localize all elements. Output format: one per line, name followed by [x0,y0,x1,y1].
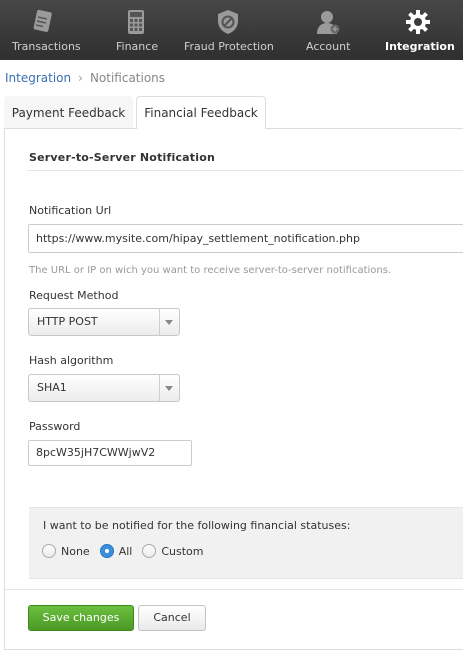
chevron-down-icon [165,320,173,325]
top-navigation: Transactions Finance Fraud Protection Ac… [0,0,463,60]
nav-label: Finance [116,40,159,53]
financial-statuses-label: I want to be notified for the following … [43,519,351,532]
footer-divider [5,589,463,590]
nav-label: Fraud Protection [184,40,274,53]
radio-label: Custom [161,544,204,558]
hash-algorithm-label: Hash algorithm [29,354,114,367]
radio-custom[interactable]: Custom [142,544,204,558]
nav-label: Transactions [12,40,81,53]
save-changes-button[interactable]: Save changes [28,605,134,631]
breadcrumb-separator: › [78,71,83,85]
gear-icon [404,8,432,36]
radio-all[interactable]: All [99,544,133,558]
notification-url-help: The URL or IP on wich you want to receiv… [29,265,392,276]
breadcrumb-current: Notifications [89,71,166,85]
shield-block-icon [214,8,242,36]
select-divider [159,375,160,401]
tab-financial-feedback[interactable]: Financial Feedback [136,96,266,129]
financial-statuses-radio-group: None All Custom [42,544,214,558]
radio-label: None [61,544,90,558]
tab-payment-feedback[interactable]: Payment Feedback [4,96,133,129]
cancel-button[interactable]: Cancel [138,605,206,631]
nav-item-integration[interactable]: Integration [373,0,463,60]
nav-item-account[interactable]: Account [285,0,373,60]
financial-statuses-box: I want to be notified for the following … [29,507,463,579]
password-input[interactable]: 8pcW35jH7CWWjwV2 [28,440,192,466]
user-icon [314,8,342,36]
calculator-icon [122,8,150,36]
section-divider [27,170,463,171]
breadcrumb-link-integration[interactable]: Integration [5,71,71,85]
notification-url-label: Notification Url [29,204,112,217]
section-title: Server-to-Server Notification [29,151,216,164]
request-method-value: HTTP POST [37,315,98,328]
nav-item-fraud-protection[interactable]: Fraud Protection [182,0,285,60]
radio-circle [142,544,157,558]
request-method-label: Request Method [29,289,119,302]
nav-item-finance[interactable]: Finance [86,0,182,60]
nav-label: Account [306,40,351,53]
receipt-icon [29,8,57,36]
hash-algorithm-value: SHA1 [37,381,67,394]
radio-circle-checked [99,544,114,558]
radio-none[interactable]: None [42,544,90,558]
tab-bar: Payment Feedback Financial Feedback [0,96,463,129]
password-label: Password [29,420,81,433]
tab-panel: Server-to-Server Notification Notificati… [4,128,463,650]
nav-item-transactions[interactable]: Transactions [0,0,86,60]
select-divider [159,309,160,335]
breadcrumb: Integration › Notifications [5,71,165,85]
radio-label: All [118,544,133,558]
hash-algorithm-select[interactable]: SHA1 [28,374,180,402]
chevron-down-icon [165,386,173,391]
notification-url-input[interactable]: https://www.mysite.com/hipay_settlement_… [28,224,463,253]
radio-circle [42,544,56,558]
request-method-select[interactable]: HTTP POST [28,308,180,336]
nav-label: Integration [385,40,455,53]
